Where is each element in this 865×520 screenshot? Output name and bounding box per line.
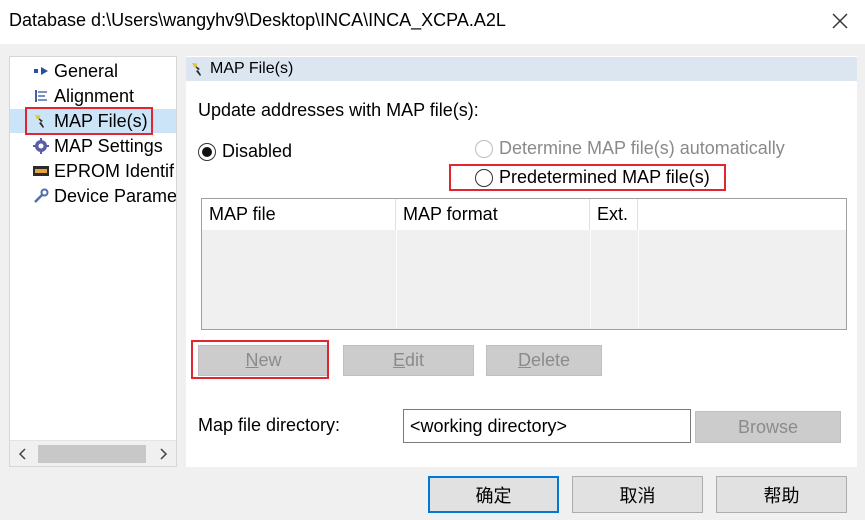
ok-button[interactable]: 确定: [428, 476, 559, 513]
tree-item-label: MAP Settings: [54, 135, 163, 156]
general-icon: [32, 62, 50, 80]
title-bar: Database d:\Users\wangyhv9\Desktop\INCA\…: [0, 0, 865, 44]
radio-disabled-label: Disabled: [222, 141, 293, 161]
radio-auto-label: Determine MAP file(s) automatically: [499, 138, 785, 158]
update-addresses-label: Update addresses with MAP file(s):: [198, 100, 479, 120]
browse-button[interactable]: Browse: [695, 411, 841, 443]
wrench-icon: [32, 187, 50, 205]
column-header-map-file[interactable]: MAP file: [202, 199, 396, 230]
map-file-icon: [190, 61, 206, 77]
panel-title: MAP File(s): [210, 60, 294, 77]
radio-auto-indicator: [475, 139, 493, 158]
delete-mnemonic: D: [517, 350, 531, 370]
gear-icon: [32, 137, 50, 155]
highlight-box: [191, 340, 329, 379]
delete-label: elete: [530, 350, 571, 370]
map-directory-label: Map file directory:: [198, 415, 341, 435]
chevron-left-icon: [18, 448, 26, 460]
map-files-table[interactable]: MAP file MAP format Ext.: [201, 198, 847, 330]
scroll-right-button[interactable]: [150, 441, 176, 467]
edit-button[interactable]: Edit: [343, 345, 474, 376]
tree-item-eprom[interactable]: EPROM Identif: [10, 159, 176, 183]
radio-disabled[interactable]: Disabled: [198, 141, 292, 162]
tree-item-label: EPROM Identif: [54, 160, 175, 181]
tree-item-general[interactable]: General: [10, 59, 176, 83]
tree-item-alignment[interactable]: Alignment: [10, 84, 176, 108]
column-header-extra[interactable]: [638, 199, 846, 230]
column-header-ext[interactable]: Ext.: [590, 199, 638, 230]
column-divider: [638, 230, 639, 329]
edit-mnemonic: E: [392, 350, 405, 370]
highlight-box: [449, 164, 726, 191]
edit-label: dit: [405, 350, 425, 370]
tree-item-device-params[interactable]: Device Parame: [10, 184, 177, 208]
tree-item-label: Device Parame: [54, 185, 177, 206]
panel-header: MAP File(s): [186, 57, 857, 81]
alignment-icon: [32, 87, 50, 105]
help-button[interactable]: 帮助: [716, 476, 847, 513]
close-button[interactable]: [822, 4, 858, 38]
scroll-left-button[interactable]: [10, 441, 36, 467]
column-divider: [396, 230, 397, 329]
horizontal-scrollbar[interactable]: [10, 440, 176, 466]
highlight-box: [25, 107, 153, 135]
scroll-thumb[interactable]: [38, 445, 146, 463]
window-title: Database d:\Users\wangyhv9\Desktop\INCA\…: [9, 10, 506, 30]
tree-item-label: Alignment: [54, 85, 135, 106]
eprom-icon: [32, 162, 50, 180]
radio-auto[interactable]: Determine MAP file(s) automatically: [475, 138, 785, 159]
map-directory-input[interactable]: <working directory>: [403, 409, 691, 443]
delete-button[interactable]: Delete: [486, 345, 602, 376]
radio-disabled-indicator: [198, 142, 216, 161]
tree-item-map-settings[interactable]: MAP Settings: [10, 134, 176, 158]
column-divider: [590, 230, 591, 329]
close-icon: [832, 13, 848, 29]
chevron-right-icon: [160, 448, 168, 460]
cancel-button[interactable]: 取消: [572, 476, 703, 513]
table-header: MAP file MAP format Ext.: [202, 199, 846, 230]
column-header-map-format[interactable]: MAP format: [396, 199, 590, 230]
tree-item-label: General: [54, 60, 119, 81]
